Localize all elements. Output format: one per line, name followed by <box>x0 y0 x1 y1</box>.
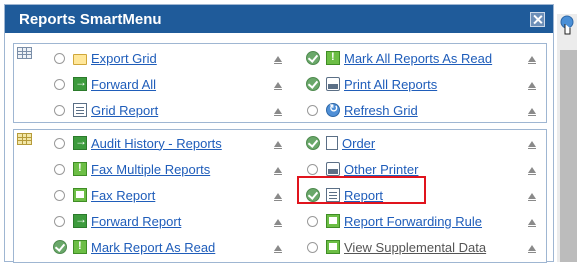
menu-item-view-supplemental[interactable]: View Supplemental Data <box>307 237 486 257</box>
move-up-arrow-icon[interactable] <box>274 219 282 227</box>
radio-button-checked[interactable] <box>306 51 320 65</box>
window-title: Reports SmartMenu <box>19 10 162 28</box>
menu-item-label[interactable]: Print All Reports <box>344 77 437 92</box>
menu-item-label[interactable]: Export Grid <box>91 51 157 66</box>
radio-button[interactable] <box>54 215 65 227</box>
menu-item-label[interactable]: Order <box>342 136 375 151</box>
folder-icon <box>73 53 87 65</box>
fax-icon <box>73 188 87 202</box>
mark-read-icon <box>73 240 87 254</box>
forward-icon <box>73 212 87 228</box>
move-up-arrow-icon[interactable] <box>274 245 282 253</box>
menu-item-other-printer[interactable]: Other Printer <box>307 159 418 179</box>
move-up-arrow-icon[interactable] <box>528 56 536 64</box>
menu-item-label[interactable]: Forward Report <box>91 214 181 229</box>
menu-item-grid-report[interactable]: Grid Report <box>54 100 158 120</box>
radio-button[interactable] <box>54 163 65 175</box>
radio-button-checked[interactable] <box>306 77 320 91</box>
menu-item-print-all[interactable]: Print All Reports <box>306 74 437 94</box>
move-up-arrow-icon[interactable] <box>274 56 282 64</box>
menu-item-label[interactable]: Fax Multiple Reports <box>91 162 210 177</box>
menu-item-label[interactable]: Fax Report <box>91 188 155 203</box>
menu-item-order[interactable]: Order <box>306 133 375 153</box>
mark-read-icon <box>73 162 87 176</box>
printer-icon <box>326 162 340 176</box>
forward-icon <box>73 75 87 91</box>
menu-item-mark-report-read[interactable]: Mark Report As Read <box>53 237 215 257</box>
radio-button[interactable] <box>307 104 318 116</box>
move-up-arrow-icon[interactable] <box>274 167 282 175</box>
radio-button-checked[interactable] <box>53 240 67 254</box>
fax-icon <box>326 240 340 254</box>
radio-button[interactable] <box>54 189 65 201</box>
radio-button[interactable] <box>54 137 65 149</box>
move-up-arrow-icon[interactable] <box>528 193 536 201</box>
radio-button[interactable] <box>307 163 318 175</box>
menu-item-label[interactable]: Report Forwarding Rule <box>344 214 482 229</box>
radio-button[interactable] <box>54 52 65 64</box>
grid-icon <box>17 133 32 145</box>
menu-item-refresh-grid[interactable]: Refresh Grid <box>307 100 418 120</box>
move-up-arrow-icon[interactable] <box>274 82 282 90</box>
move-up-arrow-icon[interactable] <box>528 82 536 90</box>
menu-item-forward-all[interactable]: Forward All <box>54 74 156 94</box>
titlebar: Reports SmartMenu <box>5 5 553 33</box>
menu-item-label[interactable]: Forward All <box>91 77 156 92</box>
close-icon[interactable] <box>530 11 545 27</box>
printer-icon <box>326 77 340 91</box>
menu-item-label[interactable]: Audit History - Reports <box>91 136 222 151</box>
move-up-arrow-icon[interactable] <box>528 167 536 175</box>
move-up-arrow-icon[interactable] <box>528 108 536 116</box>
move-up-arrow-icon[interactable] <box>274 108 282 116</box>
menu-item-fax-report[interactable]: Fax Report <box>54 185 155 205</box>
mark-read-icon <box>326 51 340 65</box>
menu-item-fax-multiple[interactable]: Fax Multiple Reports <box>54 159 210 179</box>
radio-button[interactable] <box>54 78 65 90</box>
move-up-arrow-icon[interactable] <box>274 141 282 149</box>
menu-item-audit-history[interactable]: Audit History - Reports <box>54 133 222 153</box>
move-up-arrow-icon[interactable] <box>274 193 282 201</box>
move-up-arrow-icon[interactable] <box>528 141 536 149</box>
menu-item-label[interactable]: Mark Report As Read <box>91 240 215 255</box>
menu-item-label[interactable]: Other Printer <box>344 162 418 177</box>
menu-item-mark-all-read[interactable]: Mark All Reports As Read <box>306 48 492 68</box>
menu-item-label[interactable]: Grid Report <box>91 103 158 118</box>
menu-item-label[interactable]: View Supplemental Data <box>344 240 486 255</box>
section-report-actions: Audit History - Reports Fax Multiple Rep… <box>13 129 547 263</box>
menu-item-report-forwarding-rule[interactable]: Report Forwarding Rule <box>307 211 482 231</box>
grid-icon <box>17 47 32 59</box>
hand-cursor-icon <box>560 15 574 35</box>
move-up-arrow-icon[interactable] <box>528 245 536 253</box>
background-scrollbar <box>560 50 577 262</box>
radio-button[interactable] <box>54 104 65 116</box>
radio-button-checked[interactable] <box>306 188 320 202</box>
fax-icon <box>326 214 340 228</box>
forward-icon <box>73 134 87 150</box>
report-icon <box>326 188 340 202</box>
menu-item-report[interactable]: Report <box>306 185 383 205</box>
move-up-arrow-icon[interactable] <box>528 219 536 227</box>
menu-item-export-grid[interactable]: Export Grid <box>54 48 157 68</box>
report-icon <box>73 103 87 117</box>
radio-button[interactable] <box>307 241 318 253</box>
radio-button[interactable] <box>307 215 318 227</box>
menu-item-label[interactable]: Mark All Reports As Read <box>344 51 492 66</box>
radio-button-checked[interactable] <box>306 136 320 150</box>
refresh-icon <box>326 102 340 117</box>
document-icon <box>326 136 338 150</box>
reports-smartmenu-window: Reports SmartMenu Export Grid Forward Al… <box>4 4 554 263</box>
menu-item-forward-report[interactable]: Forward Report <box>54 211 181 231</box>
menu-item-label[interactable]: Report <box>344 188 383 203</box>
section-grid-actions: Export Grid Forward All Grid Report Mark… <box>13 43 547 123</box>
menu-item-label[interactable]: Refresh Grid <box>344 103 418 118</box>
